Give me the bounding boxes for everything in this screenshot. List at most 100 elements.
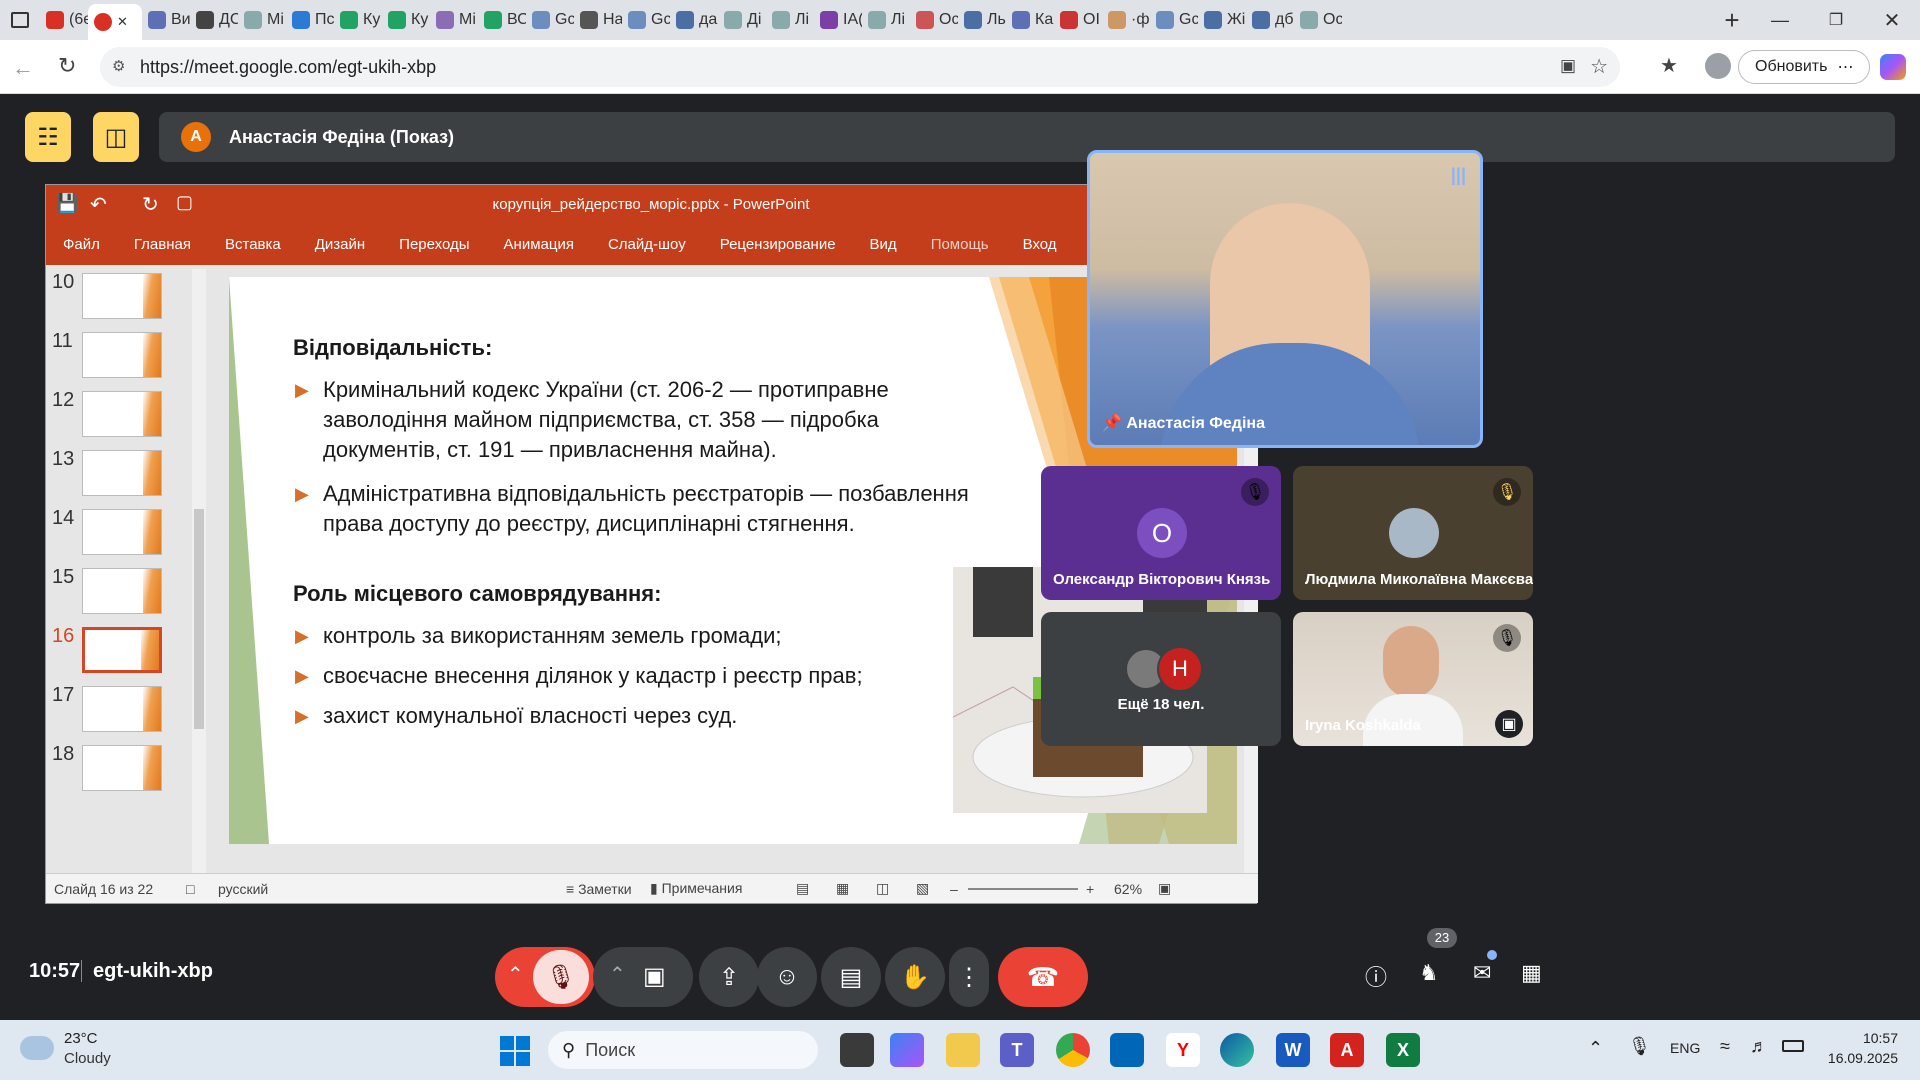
- main-speaker-tile[interactable]: ||| 📌 Анастасія Федіна: [1087, 150, 1483, 448]
- word-icon[interactable]: W: [1276, 1033, 1310, 1067]
- ribbon-tab[interactable]: Главная: [117, 236, 208, 253]
- ribbon-tab[interactable]: Помощь: [914, 236, 1006, 253]
- new-tab-button[interactable]: +: [1712, 5, 1752, 36]
- browser-tab[interactable]: Ви: [142, 4, 190, 36]
- ribbon-tab[interactable]: Файл: [46, 236, 117, 253]
- fit-slide-icon[interactable]: ▣: [1158, 880, 1171, 897]
- update-button[interactable]: Обновить ⋯: [1738, 50, 1871, 84]
- browser-tab[interactable]: дб: [1246, 4, 1294, 36]
- audio-options-chevron-icon[interactable]: ⌃: [507, 962, 524, 987]
- thumbnail-scrollbar[interactable]: [192, 269, 206, 873]
- thumbnail-scroll-thumb[interactable]: [194, 509, 204, 729]
- task-view-icon[interactable]: [840, 1033, 874, 1067]
- browser-tab[interactable]: Лі: [766, 4, 814, 36]
- people-icon[interactable]: ♞: [1419, 960, 1439, 986]
- camera-icon[interactable]: ▣: [1560, 56, 1576, 76]
- address-bar[interactable]: ⚙ https://meet.google.com/egt-ukih-xbp ▣…: [100, 47, 1620, 87]
- participant-tile-others[interactable]: Н Ещё 18 чел.: [1041, 612, 1281, 746]
- comments-button[interactable]: ▮ Примечания: [650, 880, 742, 897]
- minimize-window-button[interactable]: —: [1752, 10, 1808, 31]
- url-text[interactable]: https://meet.google.com/egt-ukih-xbp: [140, 57, 436, 78]
- tray-mic-icon[interactable]: 🎙: [1628, 1036, 1651, 1057]
- teams-icon[interactable]: T: [1000, 1033, 1034, 1067]
- stop-presenting-icon[interactable]: ☷: [25, 112, 71, 162]
- browser-tab[interactable]: Ос: [910, 4, 958, 36]
- browser-tab[interactable]: ВС: [478, 4, 526, 36]
- browser-tab[interactable]: (6e: [40, 4, 88, 36]
- refresh-icon[interactable]: ↻: [58, 53, 76, 79]
- browser-tab[interactable]: Жі: [1198, 4, 1246, 36]
- ribbon-tab[interactable]: Дизайн: [298, 236, 382, 253]
- ribbon-tab[interactable]: Анимация: [487, 236, 591, 253]
- tab-actions-icon[interactable]: [0, 4, 40, 36]
- taskbar-date[interactable]: 16.09.2025: [1828, 1050, 1898, 1066]
- browser-tab[interactable]: Ос: [1294, 4, 1342, 36]
- browser-tab[interactable]: ✕: [88, 4, 142, 40]
- excel-icon[interactable]: X: [1386, 1033, 1420, 1067]
- present-screen-button[interactable]: ⇪: [699, 947, 759, 1007]
- tray-chevron-icon[interactable]: ⌃: [1588, 1038, 1603, 1059]
- slide-thumbnail[interactable]: 12: [52, 389, 202, 451]
- site-info-icon[interactable]: ⚙: [112, 57, 125, 75]
- back-icon[interactable]: ←: [12, 55, 34, 81]
- slide-thumbnail[interactable]: 18: [52, 743, 202, 805]
- leave-call-button[interactable]: ☎: [998, 947, 1088, 1007]
- taskbar-clock[interactable]: 10:57: [1863, 1030, 1898, 1046]
- input-language[interactable]: ENG: [1670, 1040, 1700, 1056]
- browser-tab[interactable]: Мі: [238, 4, 286, 36]
- ribbon-tab[interactable]: Вход: [1006, 236, 1074, 253]
- meeting-info-icon[interactable]: ⓘ: [1365, 960, 1387, 992]
- favorites-icon[interactable]: ★: [1660, 53, 1678, 78]
- notes-button[interactable]: ≡ Заметки: [566, 881, 632, 897]
- edge-icon[interactable]: [1220, 1033, 1254, 1067]
- layout-icon[interactable]: ◫: [93, 112, 139, 162]
- yandex-browser-icon[interactable]: Y: [1166, 1033, 1200, 1067]
- copilot-app-icon[interactable]: [890, 1033, 924, 1067]
- video-options-chevron-icon[interactable]: ⌃: [609, 962, 626, 987]
- weather-temp[interactable]: 23°C: [64, 1030, 98, 1047]
- language-indicator[interactable]: русский: [218, 881, 268, 897]
- zoom-level[interactable]: 62%: [1114, 881, 1142, 897]
- browser-tab[interactable]: ОІ: [1054, 4, 1102, 36]
- browser-tab[interactable]: ·ф: [1102, 4, 1150, 36]
- zoom-out-icon[interactable]: –: [950, 881, 958, 897]
- weather-icon[interactable]: [20, 1036, 54, 1060]
- browser-tab[interactable]: IA(: [814, 4, 862, 36]
- acrobat-icon[interactable]: A: [1330, 1033, 1364, 1067]
- browser-tab[interactable]: Gc: [622, 4, 670, 36]
- participant-tile-iryna[interactable]: 🎙 Iryna Koshkalda ▣: [1293, 612, 1533, 746]
- browser-tab[interactable]: Мі: [430, 4, 478, 36]
- browser-tab[interactable]: Лі: [862, 4, 910, 36]
- slide-thumbnail[interactable]: 11: [52, 330, 202, 392]
- slide-thumbnail[interactable]: 15: [52, 566, 202, 628]
- camera-toggle-icon[interactable]: ▣: [643, 962, 666, 991]
- more-options-icon[interactable]: ⋮: [949, 947, 989, 1007]
- store-icon[interactable]: [1110, 1033, 1144, 1067]
- slide-thumbnail[interactable]: 13: [52, 448, 202, 510]
- browser-tab[interactable]: Ді: [718, 4, 766, 36]
- activities-icon[interactable]: ▦: [1521, 960, 1542, 986]
- close-tab-icon[interactable]: ✕: [117, 14, 128, 30]
- browser-tab[interactable]: Ка: [1006, 4, 1054, 36]
- mic-muted-button[interactable]: 🎙: [533, 950, 589, 1004]
- raise-hand-button[interactable]: ✋: [885, 947, 945, 1007]
- search-box[interactable]: ⚲ Поиск: [548, 1031, 818, 1069]
- browser-tab[interactable]: Ль: [958, 4, 1006, 36]
- profile-avatar[interactable]: [1705, 53, 1731, 79]
- browser-tab[interactable]: На: [574, 4, 622, 36]
- copilot-icon[interactable]: [1880, 54, 1906, 80]
- slide-thumbnail[interactable]: 10: [52, 271, 202, 333]
- restore-window-button[interactable]: ❐: [1808, 10, 1864, 30]
- chrome-icon[interactable]: [1056, 1033, 1090, 1067]
- bookmark-star-icon[interactable]: ☆: [1590, 54, 1608, 79]
- volume-icon[interactable]: ♬: [1750, 1036, 1768, 1057]
- ribbon-tab[interactable]: Вид: [853, 236, 914, 253]
- browser-tab[interactable]: да: [670, 4, 718, 36]
- slideshow-view-icon[interactable]: ▧: [916, 880, 929, 897]
- weather-desc[interactable]: Cloudy: [64, 1050, 111, 1067]
- start-icon[interactable]: [500, 1036, 530, 1066]
- participant-tile-oleksandr[interactable]: О 🎙 Олександр Вікторович Князь: [1041, 466, 1281, 600]
- spell-check-icon[interactable]: □: [186, 881, 194, 897]
- slide-sorter-icon[interactable]: ▦: [836, 880, 849, 897]
- crop-icon[interactable]: ▣: [1495, 710, 1523, 738]
